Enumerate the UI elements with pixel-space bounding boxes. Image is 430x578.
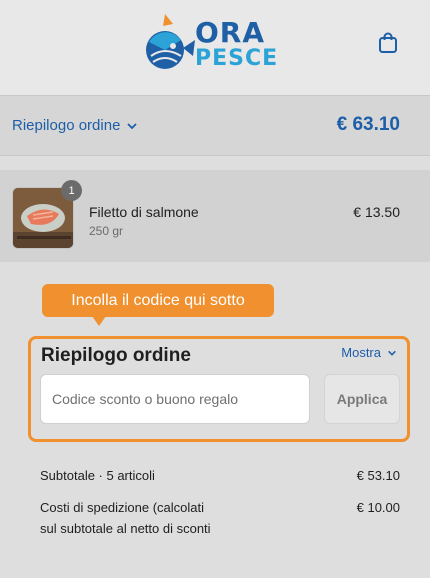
- hint-arrow: [92, 316, 106, 326]
- quantity-badge: 1: [61, 180, 82, 201]
- apply-button[interactable]: Applica: [324, 374, 400, 424]
- discount-section-title: Riepilogo ordine: [41, 345, 191, 366]
- store-logo[interactable]: ORA PESCE: [143, 12, 277, 74]
- paste-code-hint: Incolla il codice qui sotto: [42, 284, 274, 317]
- subtotal-value: € 53.10: [356, 468, 400, 483]
- show-toggle-label: Mostra: [341, 345, 381, 360]
- product-variant: 250 gr: [89, 224, 124, 238]
- store-header: ORA PESCE: [0, 0, 430, 95]
- line-item: 1 Filetto di salmone 250 gr € 13.50: [0, 170, 430, 262]
- shipping-value: € 10.00: [356, 500, 400, 515]
- order-summary-bar: Riepilogo ordine € 63.10: [0, 95, 430, 156]
- product-name: Filetto di salmone: [89, 204, 199, 220]
- order-summary-label: Riepilogo ordine: [12, 117, 121, 134]
- product-price: € 13.50: [353, 204, 400, 220]
- show-toggle[interactable]: Mostra: [341, 345, 397, 360]
- shopping-bag-icon[interactable]: [376, 31, 400, 55]
- chevron-down-icon: [127, 122, 138, 129]
- discount-code-input[interactable]: [40, 374, 310, 424]
- order-total: € 63.10: [336, 114, 400, 135]
- fish-logo-icon: [146, 14, 195, 69]
- discount-section: Riepilogo ordine Mostra Applica: [28, 336, 410, 442]
- shipping-label-line1: Costi di spedizione (calcolati: [40, 500, 205, 515]
- order-summary-toggle[interactable]: Riepilogo ordine: [12, 117, 138, 134]
- subtotal-label: Subtotale · 5 articoli: [40, 468, 155, 483]
- logo-wordmark-top: ORA: [195, 16, 266, 49]
- chevron-down-icon: [388, 350, 396, 356]
- shipping-label-line2: sul subtotale al netto di sconti: [40, 521, 211, 536]
- logo-wordmark-bottom: PESCE: [195, 46, 279, 71]
